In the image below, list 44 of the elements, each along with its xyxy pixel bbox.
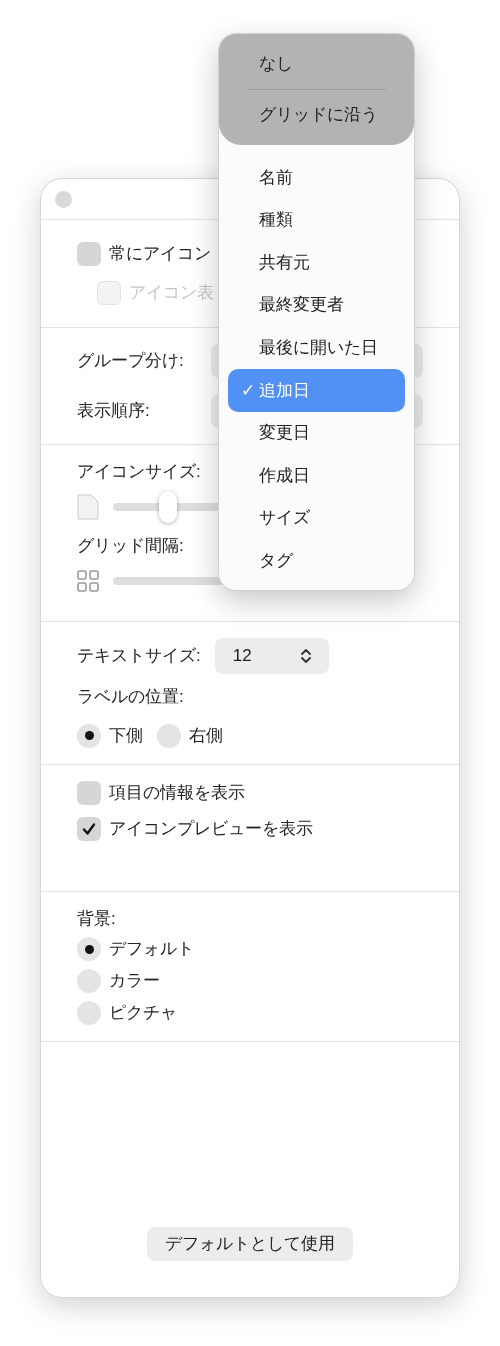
checkbox-label: 常にアイコン bbox=[109, 243, 211, 266]
checkbox-label: 項目の情報を表示 bbox=[109, 781, 245, 804]
field-label: 背景: bbox=[77, 907, 117, 930]
field-label: グリッド間隔: bbox=[77, 535, 184, 557]
checkmark-icon bbox=[81, 820, 97, 837]
radio-label: デフォルト bbox=[109, 938, 194, 961]
radio-label: 右側 bbox=[189, 724, 223, 747]
menu-item[interactable]: サイズ bbox=[228, 496, 405, 540]
window-control[interactable] bbox=[55, 190, 72, 208]
menu-item[interactable]: タグ bbox=[228, 539, 405, 582]
menu-item[interactable]: 最終変更者 bbox=[228, 283, 405, 327]
radio-button[interactable] bbox=[77, 937, 101, 961]
menu-item[interactable]: 作成日 bbox=[228, 454, 405, 497]
slider-thumb[interactable] bbox=[159, 491, 178, 523]
checkbox[interactable] bbox=[77, 816, 101, 841]
use-as-default-button[interactable]: デフォルトとして使用 bbox=[147, 1227, 353, 1261]
field-label: アイコンサイズ: bbox=[77, 461, 201, 483]
radio-label: 下側 bbox=[109, 724, 143, 747]
menu-item[interactable]: グリッドに沿う bbox=[219, 99, 414, 131]
stepper-arrows-icon bbox=[300, 648, 311, 664]
radio-label: ピクチャ bbox=[109, 1002, 177, 1025]
radio-button[interactable] bbox=[77, 969, 101, 993]
radio-button[interactable] bbox=[157, 723, 181, 748]
checkbox[interactable] bbox=[77, 242, 101, 266]
radio-button[interactable] bbox=[77, 723, 101, 748]
menu-item[interactable]: なし bbox=[219, 48, 414, 80]
grid-icon bbox=[77, 570, 99, 592]
field-label: テキストサイズ: bbox=[77, 645, 201, 668]
checkbox-label: アイコンプレビューを表示 bbox=[109, 817, 313, 840]
menu-item[interactable]: 変更日 bbox=[228, 411, 405, 455]
radio-label: カラー bbox=[109, 970, 160, 993]
menu-item[interactable]: 共有元 bbox=[228, 241, 405, 284]
field-label: ラベルの位置: bbox=[77, 686, 185, 708]
text-size-stepper[interactable]: 12 bbox=[214, 638, 329, 674]
menu-item[interactable]: 名前 bbox=[228, 156, 405, 199]
menu-item[interactable]: 種類 bbox=[228, 198, 405, 242]
checkbox-label: アイコン表 bbox=[129, 282, 214, 305]
field-label: グループ分け: bbox=[77, 350, 185, 373]
check-mark: ✓ bbox=[241, 379, 255, 402]
document-icon bbox=[77, 494, 99, 520]
checkbox[interactable] bbox=[77, 780, 101, 805]
radio-button[interactable] bbox=[77, 1001, 101, 1025]
menu-item[interactable]: 最後に開いた日 bbox=[228, 326, 405, 369]
field-label: 表示順序: bbox=[77, 400, 151, 423]
